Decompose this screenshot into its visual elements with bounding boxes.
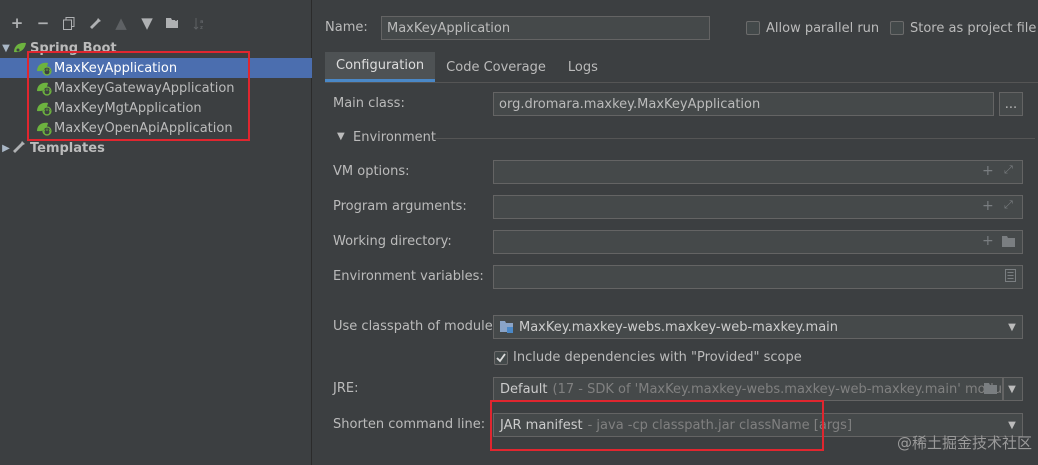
add-icon[interactable]: + — [982, 233, 994, 249]
tree-item-maxkey-application[interactable]: MaxKeyApplication — [0, 58, 312, 78]
classpath-label: Use classpath of module: — [333, 319, 498, 334]
spring-boot-run-icon — [36, 60, 52, 76]
vm-options-input[interactable] — [493, 160, 1023, 184]
expand-icon[interactable]: ⤢ — [1004, 198, 1013, 212]
allow-parallel-checkbox[interactable] — [746, 21, 760, 35]
dropdown-arrow-icon[interactable]: ▼ — [1002, 316, 1022, 338]
tree-item-maxkey-openapi-application[interactable]: MaxKeyOpenApiApplication — [0, 118, 312, 138]
program-arguments-label: Program arguments: — [333, 199, 467, 214]
watermark: @稀土掘金技术社区 — [896, 434, 1032, 452]
tree-item-label: MaxKeyMgtApplication — [54, 100, 202, 116]
sort-icon[interactable]: az — [186, 12, 212, 34]
move-down-icon[interactable]: ▼ — [134, 12, 160, 34]
tree-group-label: Spring Boot — [30, 40, 117, 56]
edit-list-icon[interactable] — [1005, 269, 1016, 286]
tab-bar: Configuration Code Coverage Logs — [325, 52, 609, 82]
include-dependencies-checkbox[interactable] — [494, 351, 508, 365]
jre-select[interactable]: Default (17 - SDK of 'MaxKey.maxkey-webs… — [493, 377, 1003, 401]
store-as-file-label: Store as project file — [910, 21, 1037, 36]
tree-item-maxkey-mgt-application[interactable]: MaxKeyMgtApplication — [0, 98, 312, 118]
new-folder-icon[interactable] — [160, 12, 186, 34]
tree-group-spring-boot[interactable]: ▼ Spring Boot — [0, 38, 312, 58]
working-directory-input[interactable] — [493, 230, 1023, 254]
run-config-tree: ▼ Spring Boot MaxKeyApplication MaxKeyGa… — [0, 38, 312, 158]
jre-detail: (17 - SDK of 'MaxKey.maxkey-webs.maxkey-… — [552, 381, 1003, 397]
run-config-editor: Name: MaxKeyApplication Allow parallel r… — [313, 0, 1038, 465]
jre-label: JRE: — [333, 381, 359, 396]
tree-item-label: MaxKeyGatewayApplication — [54, 80, 235, 96]
environment-variables-input[interactable] — [493, 265, 1023, 289]
tab-configuration[interactable]: Configuration — [325, 52, 436, 82]
folder-icon[interactable] — [1002, 235, 1016, 251]
program-arguments-input[interactable] — [493, 195, 1023, 219]
store-as-file-checkbox[interactable] — [890, 21, 904, 35]
classpath-module-value: MaxKey.maxkey-webs.maxkey-web-maxkey.mai… — [519, 319, 839, 335]
add-icon[interactable]: + — [982, 163, 994, 179]
tree-item-label: MaxKeyApplication — [54, 60, 178, 76]
collapse-arrow-icon[interactable]: ▶ — [0, 138, 12, 158]
copy-icon[interactable] — [56, 12, 82, 34]
add-icon[interactable]: + — [4, 12, 30, 34]
move-up-icon[interactable]: ▲ — [108, 12, 134, 34]
wrench-icon[interactable] — [82, 12, 108, 34]
shorten-detail: - java -cp classpath.jar className [args… — [587, 417, 853, 433]
run-config-tree-panel: + − ▲ ▼ az ▼ Spring Boot MaxKeyApplicati… — [0, 0, 312, 465]
tab-code-coverage[interactable]: Code Coverage — [435, 52, 557, 82]
jre-dropdown-button[interactable]: ▼ — [1003, 377, 1023, 401]
tree-item-label: MaxKeyOpenApiApplication — [54, 120, 233, 136]
module-icon — [500, 321, 514, 333]
expand-arrow-icon[interactable]: ▼ — [0, 38, 12, 58]
wrench-icon — [12, 140, 28, 156]
allow-parallel-label: Allow parallel run — [766, 21, 880, 36]
browse-button[interactable]: ... — [999, 92, 1023, 116]
vm-options-label: VM options: — [333, 164, 410, 179]
tree-group-label: Templates — [30, 140, 105, 156]
shorten-value: JAR manifest — [500, 417, 583, 433]
tab-logs[interactable]: Logs — [557, 52, 609, 82]
tree-item-maxkey-gateway-application[interactable]: MaxKeyGatewayApplication — [0, 78, 312, 98]
svg-text:z: z — [200, 25, 203, 30]
dropdown-arrow-icon[interactable]: ▼ — [1004, 378, 1022, 400]
expand-icon[interactable]: ⤢ — [1004, 163, 1013, 177]
spring-boot-icon — [12, 40, 28, 56]
include-dependencies-label: Include dependencies with "Provided" sco… — [513, 350, 802, 365]
folder-icon[interactable] — [984, 382, 998, 398]
jre-default-value: Default — [500, 381, 548, 397]
tree-toolbar: + − ▲ ▼ az — [0, 12, 312, 34]
classpath-module-select[interactable]: MaxKey.maxkey-webs.maxkey-web-maxkey.mai… — [493, 315, 1023, 339]
add-icon[interactable]: + — [982, 198, 994, 214]
shorten-command-line-label: Shorten command line: — [333, 417, 486, 432]
remove-icon[interactable]: − — [30, 12, 56, 34]
environment-variables-label: Environment variables: — [333, 269, 484, 284]
tree-group-templates[interactable]: ▶ Templates — [0, 138, 312, 158]
name-label: Name: — [325, 20, 368, 35]
section-divider — [435, 138, 1035, 139]
main-class-label: Main class: — [333, 96, 405, 111]
name-input[interactable]: MaxKeyApplication — [381, 16, 710, 40]
configuration-panel: Main class: org.dromara.maxkey.MaxKeyApp… — [325, 82, 1038, 465]
main-class-input[interactable]: org.dromara.maxkey.MaxKeyApplication — [493, 92, 994, 116]
environment-label: Environment — [353, 130, 437, 145]
spring-boot-run-icon — [36, 80, 52, 96]
working-directory-label: Working directory: — [333, 234, 452, 249]
environment-collapse-icon[interactable]: ▼ — [337, 131, 345, 142]
spring-boot-run-icon — [36, 100, 52, 116]
spring-boot-run-icon — [36, 120, 52, 136]
